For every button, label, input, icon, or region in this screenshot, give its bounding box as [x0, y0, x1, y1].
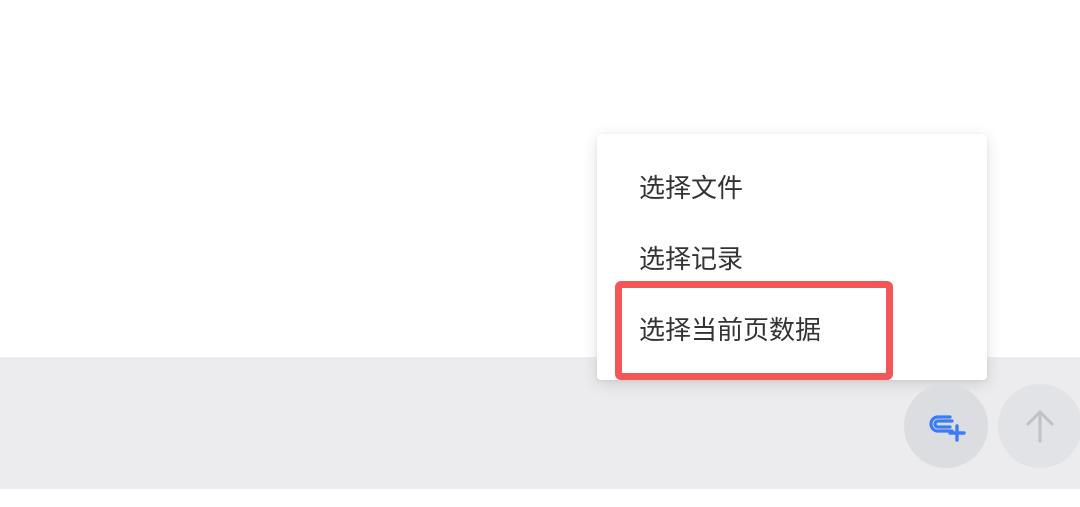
- page: 选择文件 选择记录 选择当前页数据: [0, 0, 1080, 507]
- menu-item-select-file[interactable]: 选择文件: [597, 156, 987, 216]
- menu-item-label: 选择文件: [639, 173, 744, 204]
- bottom-strip: [0, 489, 1080, 507]
- attach-button[interactable]: [904, 384, 988, 468]
- send-button[interactable]: [998, 384, 1080, 468]
- menu-item-label: 选择当前页数据: [639, 315, 822, 346]
- menu-item-label: 选择记录: [639, 244, 744, 275]
- attachment-menu: 选择文件 选择记录 选择当前页数据: [597, 134, 987, 380]
- arrow-up-icon: [1023, 408, 1057, 444]
- menu-item-select-current-page-data[interactable]: 选择当前页数据: [597, 298, 987, 358]
- attach-plus-icon: [926, 409, 966, 443]
- menu-item-select-record[interactable]: 选择记录: [597, 227, 987, 287]
